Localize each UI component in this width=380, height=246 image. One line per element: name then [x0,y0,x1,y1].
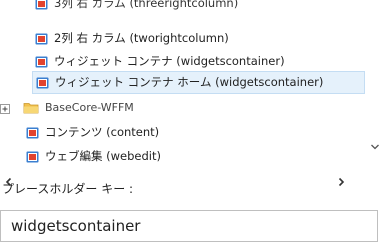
tree-item-content[interactable]: コンテンツ (content) [26,121,159,144]
placeholder-settings-panel: 3列 右 カラム (threerightcolumn) 2列 右 カラム (tw… [0,0,380,246]
folder-icon [23,101,39,114]
tree-item-label: ウェブ編集 (webedit) [45,149,161,163]
layout-item-icon [35,0,48,10]
tree-item-label: ウィジェット コンテナ (widgetscontainer) [54,54,285,68]
tree-item-tworightcolumn[interactable]: 2列 右 カラム (tworightcolumn) [35,27,229,50]
scroll-right-icon[interactable] [336,172,346,187]
tree-item-basecore-wffm[interactable]: BaseCore-WFFM [0,96,134,119]
tree-item-threerightcolumn[interactable]: 3列 右 カラム (threerightcolumn) [35,0,238,23]
vertical-scrollbar[interactable] [368,0,380,171]
layout-item-icon [26,127,39,139]
placeholder-key-input[interactable] [0,210,378,242]
tree-item-label: BaseCore-WFFM [45,101,134,114]
layout-item-icon [36,77,49,89]
layout-item-icon [35,56,48,68]
layout-tree: 3列 右 カラム (threerightcolumn) 2列 右 カラム (tw… [0,0,368,171]
placeholder-key-label: プレースホルダー キー : [2,182,134,196]
expand-icon[interactable] [0,103,10,114]
tree-item-widgetscontainer[interactable]: ウィジェット コンテナ (widgetscontainer) [35,50,285,73]
tree-item-label: コンテンツ (content) [45,125,160,139]
chevron-down-icon[interactable] [370,137,380,150]
layout-item-icon [26,151,39,163]
tree-item-label: 3列 右 カラム (threerightcolumn) [54,0,239,10]
tree-item-widgetscontainer-home[interactable]: ウィジェット コンテナ ホーム (widgetscontainer) [32,71,365,94]
tree-item-label: 2列 右 カラム (tworightcolumn) [54,31,229,45]
tree-item-label: ウィジェット コンテナ ホーム (widgetscontainer) [55,75,324,89]
layout-item-icon [35,33,48,45]
tree-item-webedit[interactable]: ウェブ編集 (webedit) [26,145,161,168]
